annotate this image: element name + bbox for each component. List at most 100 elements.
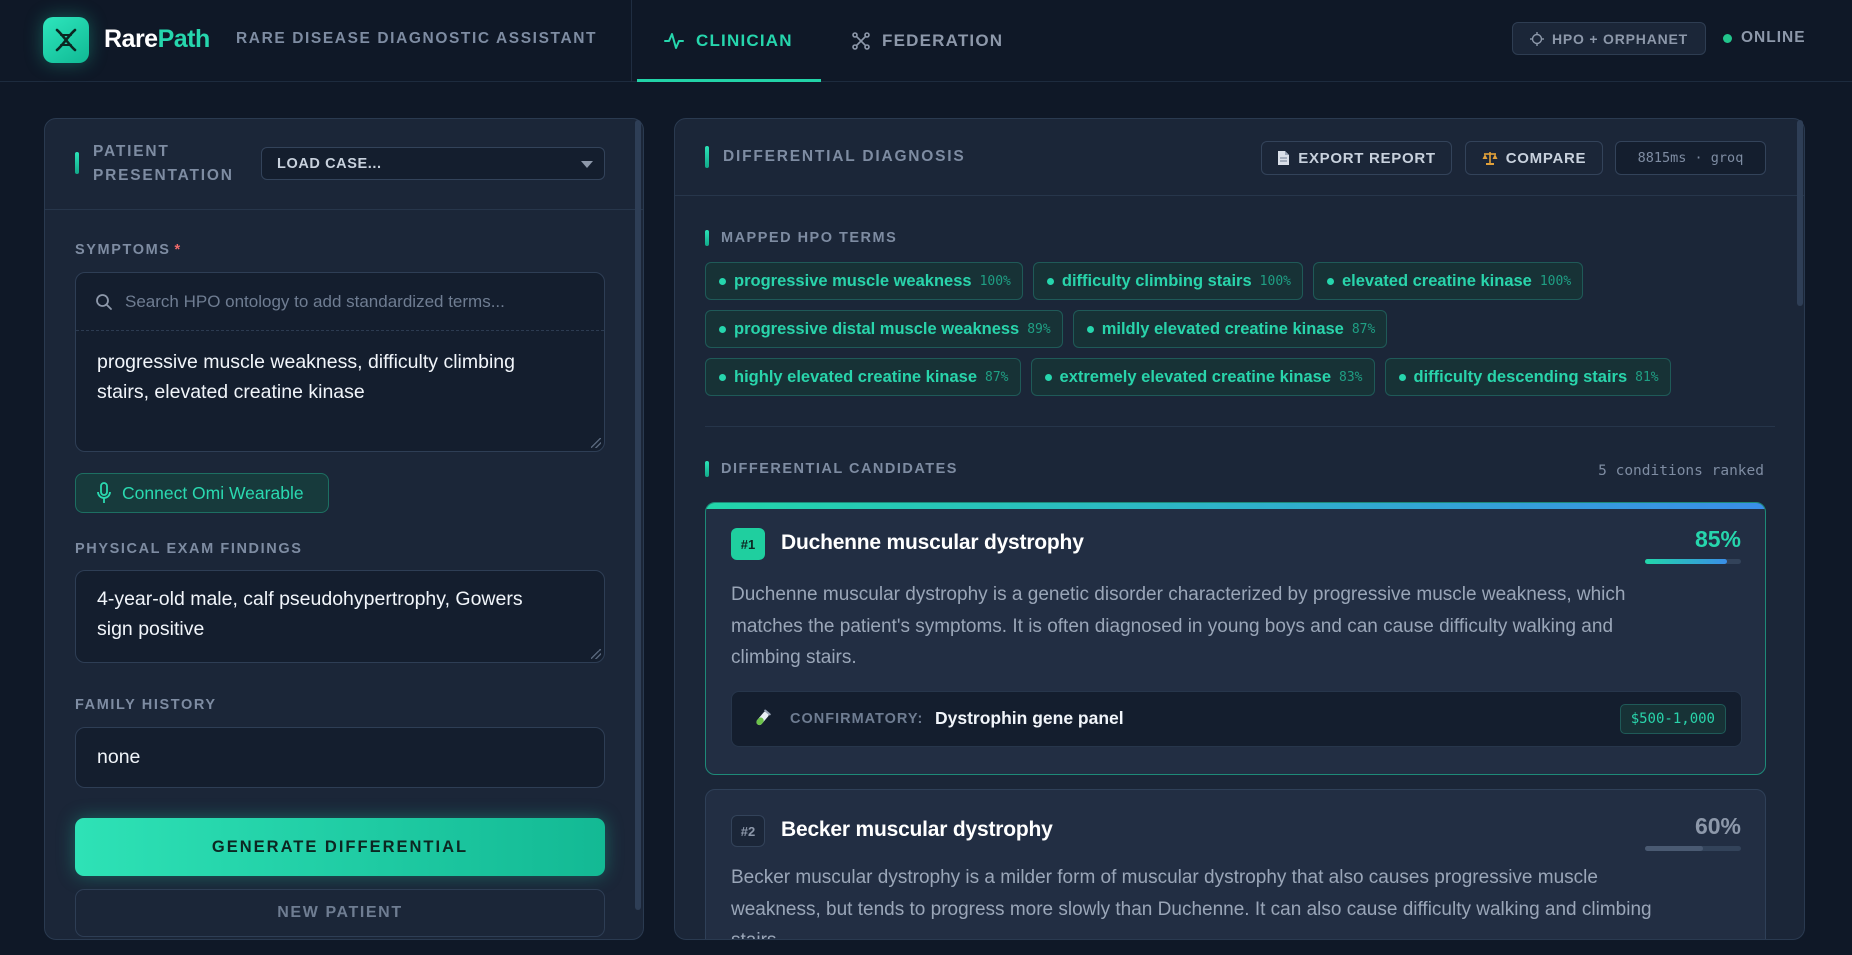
probability-bar-fill xyxy=(1645,846,1703,851)
hpo-term-chip[interactable]: mildly elevated creatine kinase 87% xyxy=(1072,310,1388,348)
dna-logo-icon xyxy=(55,28,77,52)
hpo-term-score: 87% xyxy=(985,369,1009,385)
brand-part-2: Path xyxy=(157,25,211,53)
symptoms-field[interactable]: Search HPO ontology to add standardized … xyxy=(75,272,605,452)
tab-clinician[interactable]: CLINICIAN xyxy=(637,0,821,82)
chip-dot-icon xyxy=(1326,277,1334,285)
search-icon xyxy=(96,293,112,310)
divider xyxy=(45,209,643,210)
section-accent-bar xyxy=(75,152,79,174)
description-line: Duchenne muscular dystrophy is a genetic… xyxy=(731,584,1626,605)
hpo-term-label: elevated creatine kinase xyxy=(1341,271,1532,290)
description-line: Becker muscular dystrophy is a milder fo… xyxy=(731,867,1598,888)
panel-title-line-2: PRESENTATION xyxy=(93,167,234,184)
rank-badge: #2 xyxy=(731,815,765,847)
left-scrollbar[interactable] xyxy=(635,120,641,910)
symptoms-textarea[interactable]: progressive muscle weakness, difficulty … xyxy=(97,347,587,407)
activity-icon xyxy=(664,33,684,49)
hpo-term-score: 100% xyxy=(979,273,1011,289)
panel-title: PATIENT PRESENTATION xyxy=(93,140,234,188)
data-source-label: HPO + ORPHANET xyxy=(1551,30,1689,47)
differential-diagnosis-panel: DIFFERENTIAL DIAGNOSIS EXPORT REPORT COM… xyxy=(674,118,1805,940)
hpo-terms-title: MAPPED HPO TERMS xyxy=(721,230,898,246)
patient-presentation-panel: PATIENT PRESENTATION LOAD CASE... SYMPTO… xyxy=(44,118,644,940)
scales-icon xyxy=(1482,152,1498,165)
probability-value: 60% xyxy=(1694,813,1741,839)
hpo-term-chip[interactable]: elevated creatine kinase 100% xyxy=(1312,262,1584,300)
probability-bar xyxy=(1645,846,1741,851)
condition-name: Becker muscular dystrophy xyxy=(781,818,1053,841)
section-accent-bar xyxy=(705,146,709,168)
compare-label: COMPARE xyxy=(1505,149,1587,167)
condition-description: Duchenne muscular dystrophy is a genetic… xyxy=(731,579,1741,674)
candidates-count: 5 conditions ranked xyxy=(1598,463,1764,479)
hpo-search-placeholder: Search HPO ontology to add standardized … xyxy=(125,291,505,311)
exam-text-line: 4-year-old male, calf pseudohypertrophy,… xyxy=(97,588,523,610)
test-price-badge: $500-1,000 xyxy=(1619,704,1726,734)
test-tube-icon xyxy=(756,709,771,726)
generate-differential-button[interactable]: GENERATE DIFFERENTIAL xyxy=(75,818,605,876)
hpo-term-chip[interactable]: progressive distal muscle weakness 89% xyxy=(705,310,1063,348)
symptoms-text-line: progressive muscle weakness, difficulty … xyxy=(97,351,515,373)
brand-name: RarePath xyxy=(104,24,210,54)
hpo-search-input[interactable]: Search HPO ontology to add standardized … xyxy=(76,273,604,331)
compare-button[interactable]: COMPARE xyxy=(1465,141,1603,175)
candidate-card[interactable]: #2 Becker muscular dystrophy 60% Becker … xyxy=(705,789,1766,939)
right-scrollbar[interactable] xyxy=(1797,120,1803,306)
data-source-badge: HPO + ORPHANET xyxy=(1512,22,1706,55)
hpo-term-chip[interactable]: difficulty descending stairs 81% xyxy=(1384,358,1671,396)
hpo-term-label: highly elevated creatine kinase xyxy=(734,367,978,386)
hpo-term-chip[interactable]: extremely elevated creatine kinase 83% xyxy=(1030,358,1375,396)
hpo-chip-row: progressive muscle weakness 100% difficul… xyxy=(705,262,1775,300)
condition-description: Becker muscular dystrophy is a milder fo… xyxy=(731,862,1741,939)
hpo-term-chip[interactable]: difficulty climbing stairs 100% xyxy=(1032,262,1303,300)
hpo-term-score: 81% xyxy=(1635,369,1659,385)
logo[interactable] xyxy=(43,17,89,63)
export-report-label: EXPORT REPORT xyxy=(1298,149,1436,167)
hpo-term-score: 83% xyxy=(1339,369,1363,385)
section-accent-bar xyxy=(705,230,709,246)
hpo-term-score: 87% xyxy=(1351,321,1376,337)
family-history-input[interactable]: none xyxy=(75,727,605,788)
connect-omi-button[interactable]: Connect Omi Wearable xyxy=(75,473,329,513)
top-bar: RarePath RARE DISEASE DIAGNOSTIC ASSISTA… xyxy=(0,0,1852,82)
panel-title: DIFFERENTIAL DIAGNOSIS xyxy=(723,148,966,165)
load-case-select[interactable]: LOAD CASE... xyxy=(261,147,605,180)
exam-findings-field[interactable]: 4-year-old male, calf pseudohypertrophy,… xyxy=(75,570,605,663)
rank-badge: #1 xyxy=(731,528,765,560)
hpo-term-label: difficulty climbing stairs xyxy=(1061,271,1252,290)
hpo-term-chip[interactable]: progressive muscle weakness 100% xyxy=(705,262,1023,300)
hpo-term-label: mildly elevated creatine kinase xyxy=(1101,319,1344,338)
exam-label: PHYSICAL EXAM FINDINGS xyxy=(75,541,303,557)
chip-dot-icon xyxy=(1046,277,1054,285)
probability-bar xyxy=(1645,559,1741,564)
symptoms-label-text: SYMPTOMS xyxy=(75,242,171,258)
description-line: climbing stairs. xyxy=(731,647,857,668)
hpo-term-label: progressive muscle weakness xyxy=(734,271,972,290)
chip-dot-icon xyxy=(1044,373,1052,381)
timing-badge: 8815ms · groq xyxy=(1615,141,1766,175)
exam-textarea[interactable]: 4-year-old male, calf pseudohypertrophy,… xyxy=(97,584,587,644)
tab-federation[interactable]: FEDERATION xyxy=(852,0,1003,82)
hpo-chip-row: progressive distal muscle weakness 89% mi… xyxy=(705,310,1775,348)
microphone-icon xyxy=(97,482,111,503)
hpo-term-label: progressive distal muscle weakness xyxy=(734,319,1020,338)
hpo-term-score: 89% xyxy=(1027,321,1051,337)
chip-dot-icon xyxy=(1398,373,1406,381)
hpo-terms-list: progressive muscle weakness 100% difficul… xyxy=(705,262,1775,406)
hpo-chip-row: highly elevated creatine kinase 87% extre… xyxy=(705,358,1775,396)
export-report-button[interactable]: EXPORT REPORT xyxy=(1261,141,1452,175)
resize-handle-icon[interactable] xyxy=(591,649,601,659)
confirmatory-test-row: CONFIRMATORY: Dystrophin gene panel $500… xyxy=(731,691,1742,747)
divider xyxy=(675,195,1804,196)
candidate-card[interactable]: #1 Duchenne muscular dystrophy 85% Duche… xyxy=(705,502,1766,775)
load-case-value: LOAD CASE... xyxy=(277,155,382,172)
required-marker: * xyxy=(174,242,182,258)
confirmatory-label: CONFIRMATORY: xyxy=(790,711,924,727)
hpo-term-label: extremely elevated creatine kinase xyxy=(1059,367,1332,386)
hpo-term-score: 100% xyxy=(1539,273,1572,289)
resize-handle-icon[interactable] xyxy=(591,438,601,448)
document-icon xyxy=(1278,151,1290,165)
new-patient-button[interactable]: NEW PATIENT xyxy=(75,889,605,937)
hpo-term-chip[interactable]: highly elevated creatine kinase 87% xyxy=(705,358,1021,396)
